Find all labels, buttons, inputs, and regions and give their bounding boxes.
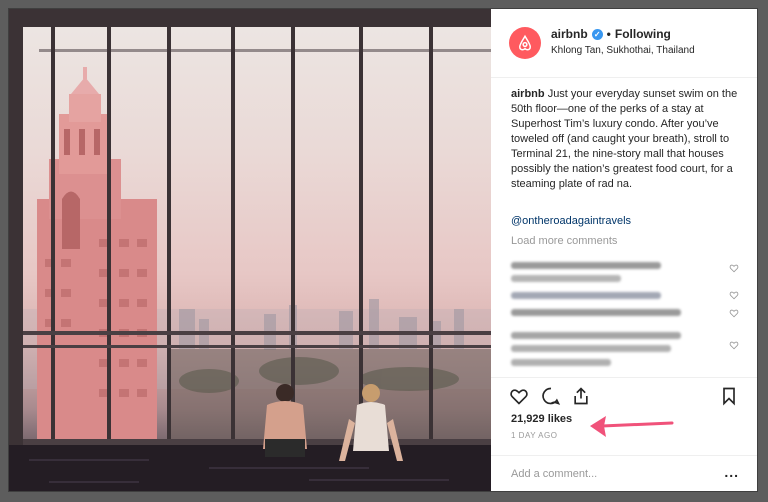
post-caption: airbnb Just your everyday sunset swim on…	[511, 87, 743, 192]
comment-heart-icon[interactable]	[729, 308, 739, 318]
airbnb-logo-icon[interactable]	[509, 27, 541, 59]
photo-scene	[9, 9, 491, 491]
comment-bar: Add a comment... ...	[491, 455, 757, 491]
username-row: airbnb ✓ • Following	[551, 27, 671, 41]
blurred-comment	[511, 345, 671, 352]
add-comment-input[interactable]: Add a comment...	[511, 468, 597, 480]
verified-badge-icon: ✓	[591, 28, 603, 40]
blurred-comment	[511, 309, 681, 316]
post-photo[interactable]	[9, 9, 491, 491]
comment-heart-icon[interactable]	[729, 290, 739, 300]
action-bar	[491, 377, 757, 408]
arrow-icon	[590, 416, 674, 437]
comment-icon[interactable]	[541, 386, 561, 406]
post-timestamp[interactable]: 1 DAY AGO	[511, 431, 557, 440]
more-options-button[interactable]: ...	[724, 464, 739, 480]
likes-count[interactable]: 21,929 likes	[511, 413, 572, 425]
separator-dot: •	[606, 27, 611, 41]
comment-heart-icon[interactable]	[729, 340, 739, 350]
location-link[interactable]: Khlong Tan, Sukhothai, Thailand	[551, 45, 695, 56]
caption-text: Just your everyday sunset swim on the 50…	[511, 88, 738, 190]
load-more-comments[interactable]: Load more comments	[511, 235, 617, 247]
heart-icon[interactable]	[509, 386, 529, 406]
caption-username[interactable]: airbnb	[511, 88, 545, 100]
following-button[interactable]: Following	[615, 27, 671, 41]
blurred-comment	[511, 262, 661, 269]
blurred-comment	[511, 332, 681, 339]
comment-heart-icon[interactable]	[729, 263, 739, 273]
mention-link[interactable]: @ontheroadagaintravels	[511, 215, 631, 227]
share-icon[interactable]	[571, 386, 591, 406]
blurred-comment	[511, 359, 611, 366]
post-header: airbnb ✓ • Following Khlong Tan, Sukhoth…	[491, 9, 757, 78]
post-frame: airbnb ✓ • Following Khlong Tan, Sukhoth…	[9, 9, 757, 491]
username-link[interactable]: airbnb	[551, 27, 588, 41]
blurred-comment	[511, 275, 621, 282]
blurred-comment	[511, 292, 661, 299]
bookmark-icon[interactable]	[719, 386, 739, 406]
